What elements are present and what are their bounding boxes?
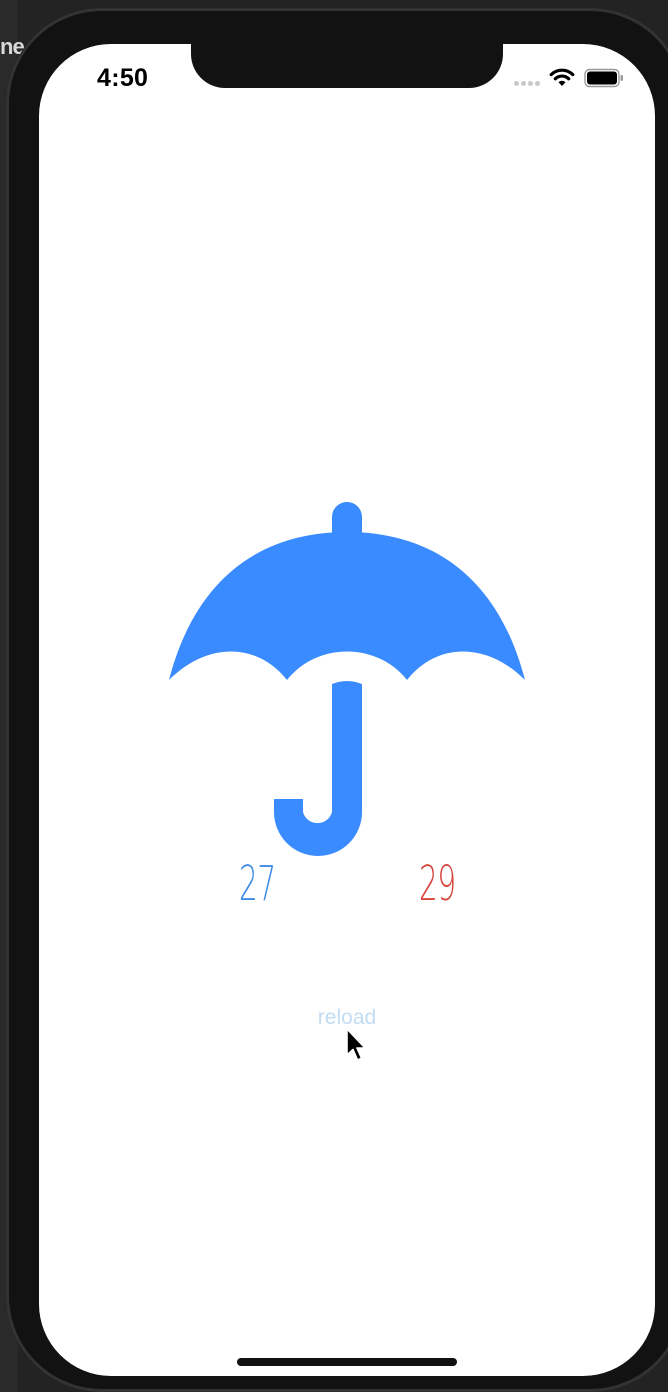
battery-icon xyxy=(584,68,623,88)
phone-frame: 4:50 27 29 reload xyxy=(6,8,668,1392)
notch xyxy=(191,44,503,88)
umbrella-icon xyxy=(169,502,525,856)
wifi-icon xyxy=(549,68,575,86)
status-time: 4:50 xyxy=(97,64,149,92)
reload-button[interactable]: reload xyxy=(297,1006,397,1030)
signal-dots-icon xyxy=(514,81,542,87)
phone-screen: 4:50 27 29 reload xyxy=(39,44,655,1376)
temperature-low: 27 xyxy=(238,856,276,912)
temperature-high: 29 xyxy=(418,856,456,912)
cursor-icon xyxy=(346,1028,366,1061)
home-indicator[interactable] xyxy=(237,1358,457,1366)
